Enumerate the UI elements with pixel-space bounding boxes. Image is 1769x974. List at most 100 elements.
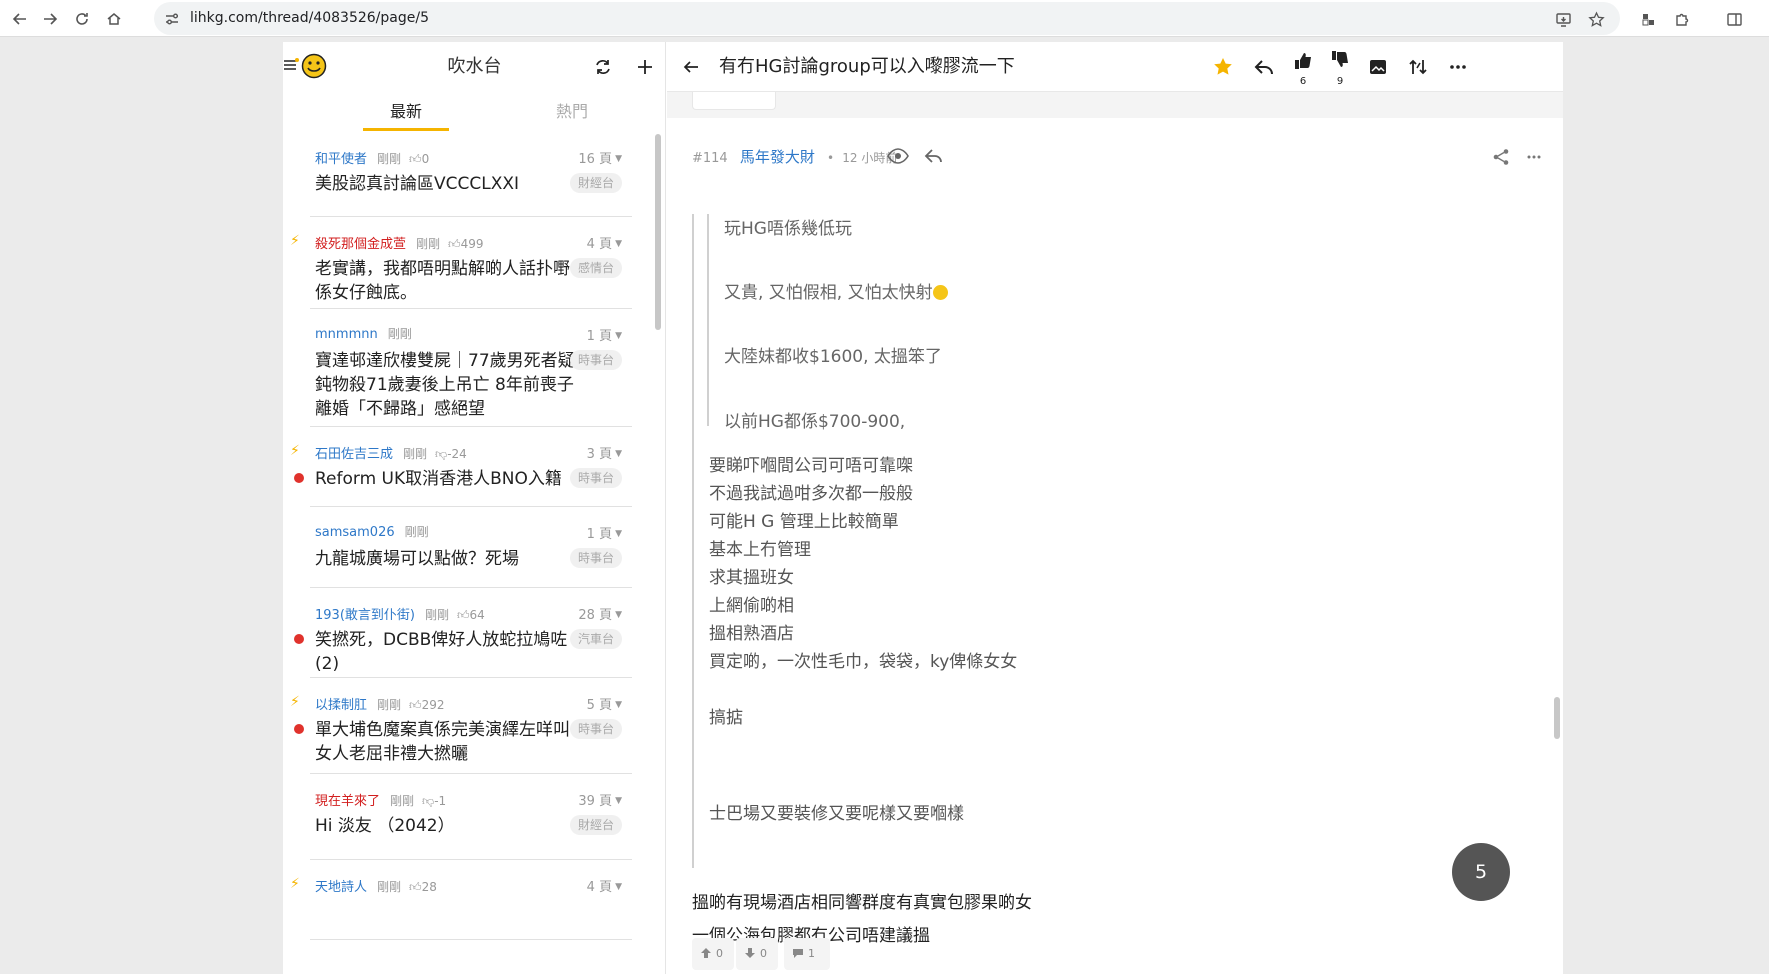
like-value: -1	[434, 794, 447, 808]
thread-title[interactable]: 九龍城廣場可以點做？死場	[315, 547, 580, 571]
post-author[interactable]: 馬年發大財	[740, 148, 815, 166]
puzzle-icon[interactable]	[1670, 7, 1694, 31]
page-number-badge[interactable]: 5	[1452, 843, 1510, 901]
thread-pages[interactable]: 16 頁 ▼	[578, 148, 622, 167]
quote-line: 大陸妹都收$1600, 太搵笨了	[724, 347, 942, 367]
extension-icon[interactable]	[1636, 7, 1660, 31]
upvote-button[interactable]: 0	[692, 938, 734, 970]
thumbs-up-icon[interactable]	[1292, 50, 1314, 72]
dislike-count: 9	[1336, 76, 1344, 87]
address-bar[interactable]: lihkg.com/thread/4083526/page/5	[154, 2, 1620, 35]
thread-item[interactable]: samsam026 剛剛 1 頁 ▼ 九龍城廣場可以點做？死場 時事台	[310, 507, 632, 588]
thread-author[interactable]: mnmmnn	[315, 327, 378, 342]
quote-block: 玩HG唔係幾低玩 又貴, 又怕假相, 又怕太快射 大陸妹都收$1600, 太搵笨…	[692, 214, 1512, 868]
thumbs-down-icon[interactable]	[1329, 48, 1351, 70]
tab-latest[interactable]: 最新	[323, 92, 489, 132]
dislike-count: 👎︎-24	[435, 447, 467, 461]
thread-author[interactable]: 以揉制肛	[315, 698, 367, 713]
post-separator	[667, 92, 1563, 118]
bookmark-star-icon[interactable]	[1584, 7, 1608, 31]
thread-list-scrollbar[interactable]	[655, 134, 661, 330]
reply-icon[interactable]	[1253, 56, 1275, 78]
thread-time: 剛剛	[416, 237, 441, 251]
plus-icon[interactable]	[635, 57, 655, 77]
thread-title[interactable]: 寶達邨達欣樓雙屍｜77歲男死者疑鈍物殺71歲妻後上吊亡 8年前喪子離婚「不歸路」…	[315, 349, 580, 421]
thumbs-up-icon: 👍︎	[409, 698, 422, 712]
thread-author[interactable]: 193(敢言到仆街)	[315, 608, 415, 623]
category-badge: 時事台	[569, 350, 622, 370]
thread-title[interactable]: 單大埔色魔案真係完美演繹左咩叫女人老屈非禮大撚曬	[315, 718, 580, 766]
thread-title[interactable]: 笑撚死，DCBB俾好人放蛇拉鳩咗(2)	[315, 628, 580, 676]
thread-header: 有冇HG討論group可以入嚟膠流一下 6 9	[667, 42, 1563, 92]
install-app-icon[interactable]	[1551, 7, 1575, 31]
thread-pages[interactable]: 1 頁 ▼	[587, 523, 622, 542]
thread-item[interactable]: ⚡ 殺死那個金成萱 剛剛 👍︎499 4 頁 ▼ 老實講，我都唔明點解啲人話扑嘢係女仔蝕底。…	[290, 217, 632, 309]
thread-title[interactable]: 老實講，我都唔明點解啲人話扑嘢係女仔蝕底。	[315, 257, 580, 305]
thread-item[interactable]: ⚡ 天地詩人 剛剛 👍︎28 4 頁 ▼	[290, 860, 632, 940]
thread-meta: 和平使者 剛剛 👍︎0	[315, 148, 429, 167]
more-options-icon[interactable]	[1447, 56, 1469, 78]
thread-pages[interactable]: 4 頁 ▼	[587, 233, 622, 252]
page-count: 28 頁	[578, 608, 613, 623]
thread-pages[interactable]: 1 頁 ▼	[587, 325, 622, 344]
home-icon[interactable]	[102, 7, 126, 31]
caret-down-icon: ▼	[615, 154, 622, 164]
thread-author[interactable]: 和平使者	[315, 152, 367, 167]
thread-pages[interactable]: 5 頁 ▼	[587, 694, 622, 713]
sort-icon[interactable]	[1407, 56, 1429, 78]
thread-author[interactable]: samsam026	[315, 525, 395, 540]
tab-hot[interactable]: 熱門	[489, 92, 655, 132]
refresh-icon[interactable]	[593, 57, 613, 77]
nested-quote-bar	[707, 214, 709, 426]
thread-author[interactable]: 天地詩人	[315, 880, 367, 895]
comment-button[interactable]: 1	[784, 938, 830, 970]
share-icon[interactable]	[1492, 148, 1510, 166]
like-value: 28	[421, 880, 437, 894]
downvote-button[interactable]: 0	[736, 938, 778, 970]
thread-item[interactable]: 193(敢言到仆街) 剛剛 👍︎64 28 頁 ▼ 笑撚死，DCBB俾好人放蛇拉鳩咗(2)…	[294, 588, 632, 678]
thread-pages[interactable]: 3 頁 ▼	[587, 443, 622, 462]
inner-quote-line: 求其搵班女	[709, 568, 794, 588]
side-panel-icon[interactable]	[1722, 7, 1746, 31]
site-settings-icon[interactable]	[163, 10, 181, 28]
thread-author[interactable]: 石田佐吉三成	[315, 447, 393, 462]
left-header: 吹水台	[283, 42, 665, 92]
back-icon[interactable]	[681, 57, 701, 77]
forward-arrow-icon[interactable]	[38, 7, 62, 31]
category-badge: 財經台	[569, 815, 622, 835]
thread-item[interactable]: 現在羊來了 剛剛 👎︎-1 39 頁 ▼ Hi 淡友 （2042） 財經台	[310, 774, 632, 860]
like-count: 👍︎292	[409, 698, 444, 712]
post-more-icon[interactable]	[1525, 148, 1543, 166]
thread-author[interactable]: 現在羊來了	[315, 794, 380, 809]
thread-pages[interactable]: 39 頁 ▼	[578, 790, 622, 809]
page-count: 4 頁	[586, 237, 613, 252]
thread-title[interactable]: Hi 淡友 （2042）	[315, 814, 580, 838]
thread-pages[interactable]: 28 頁 ▼	[578, 604, 622, 623]
eye-icon[interactable]	[887, 147, 909, 165]
reload-icon[interactable]	[70, 7, 94, 31]
thread-time: 剛剛	[377, 152, 402, 166]
like-count: 👍︎28	[409, 880, 437, 894]
thread-pages[interactable]: 4 頁 ▼	[587, 876, 622, 895]
arrow-down-icon	[745, 948, 755, 958]
thread-author[interactable]: 殺死那個金成萱	[315, 237, 406, 252]
thread-item[interactable]: mnmmnn 剛剛 1 頁 ▼ 寶達邨達欣樓雙屍｜77歲男死者疑鈍物殺71歲妻後上吊亡 …	[310, 309, 632, 427]
image-mode-icon[interactable]	[1367, 56, 1389, 78]
previous-post-footer	[692, 92, 776, 110]
quote-reply-icon[interactable]	[924, 147, 944, 165]
star-icon[interactable]	[1212, 56, 1234, 78]
thread-title[interactable]: Reform UK取消香港人BNO入籍	[315, 467, 580, 491]
thread-item[interactable]: ⚡ 以揉制肛 剛剛 👍︎292 5 頁 ▼ 單大埔色魔案真係完美演繹左咩叫女人老屈非禮大撚曬…	[290, 678, 632, 774]
inner-quote-line: 不過我試過咁多次都一般般	[709, 484, 913, 504]
post-114: #114 馬年發大財 • 12 小時前 玩HG唔係幾低玩 又貴, 又怕假相, 又…	[677, 118, 1553, 974]
menu-icon[interactable]	[283, 57, 299, 73]
like-count: 6	[1299, 76, 1307, 87]
thread-item[interactable]: ⚡ 石田佐吉三成 剛剛 👎︎-24 3 頁 ▼ Reform UK取消香港人BNO入籍 時事台	[290, 427, 632, 507]
thread-scrollbar[interactable]	[1554, 697, 1560, 739]
category-badge: 時事台	[569, 548, 622, 568]
quote-line: 玩HG唔係幾低玩	[724, 219, 852, 239]
back-arrow-icon[interactable]	[8, 7, 32, 31]
smiley-logo-icon[interactable]	[301, 53, 327, 79]
thread-item[interactable]: 和平使者 剛剛 👍︎0 16 頁 ▼ 美股認真討論區VCCCLXXI 財經台	[310, 132, 632, 217]
thread-title[interactable]: 美股認真討論區VCCCLXXI	[315, 172, 580, 196]
